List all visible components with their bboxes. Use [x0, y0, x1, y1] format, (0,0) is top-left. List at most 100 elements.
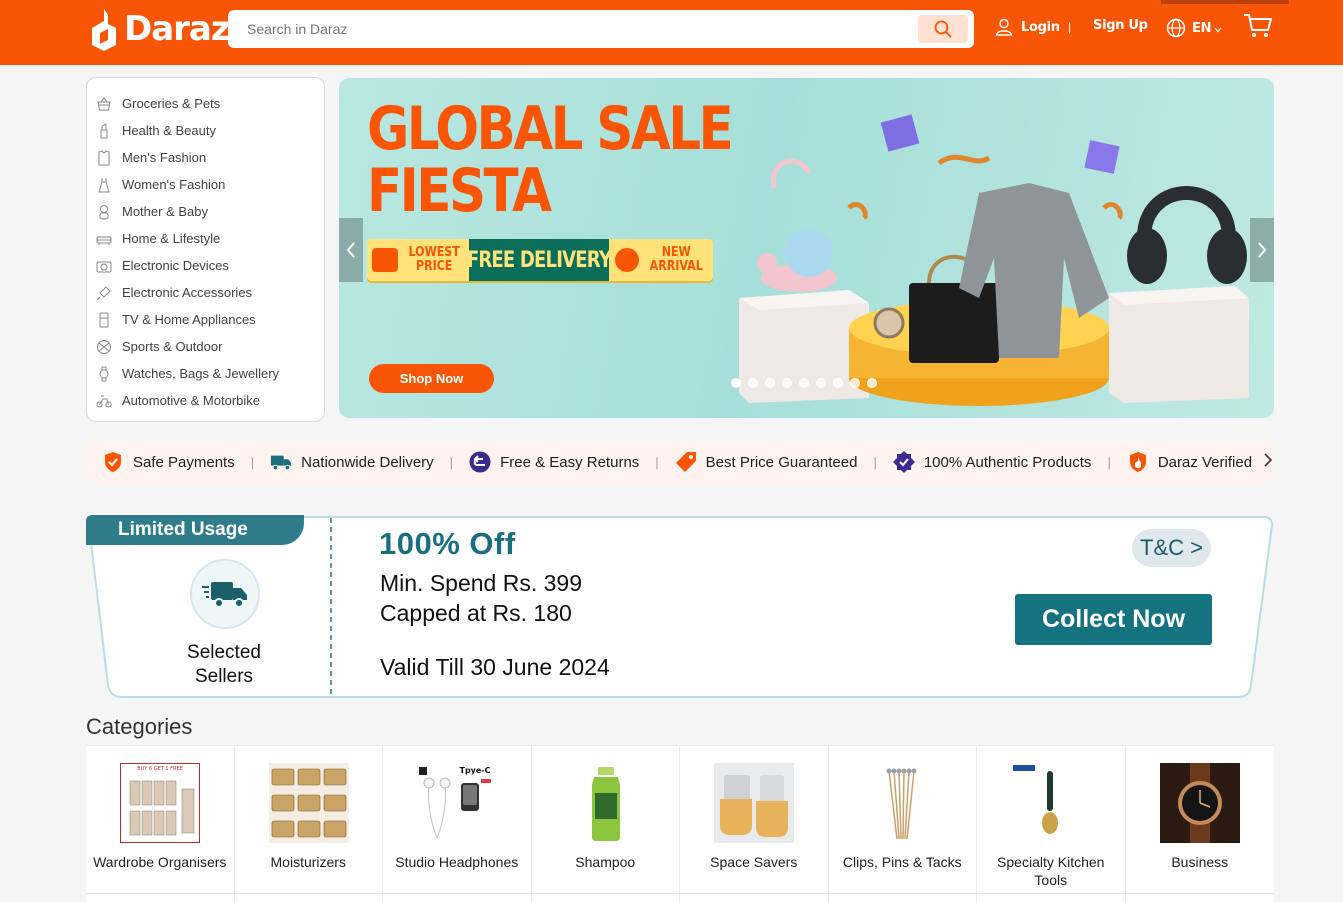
voucher-capped: Capped at Rs. 180: [380, 600, 572, 626]
value-prop-safe-payments[interactable]: Safe Payments: [102, 451, 235, 473]
category-card-wardrobe-organisers[interactable]: BUY 6 GET 1 FREE Wardrobe Organisers: [86, 746, 235, 902]
ribbon-right-line2: ARRIVAL: [649, 259, 703, 274]
sidebar-item-label: Electronic Devices: [122, 258, 229, 273]
sidebar-item-health-beauty[interactable]: Health & Beauty: [87, 117, 324, 144]
lowest-price-tag: LOWEST PRICE: [367, 239, 469, 281]
carousel-dot[interactable]: [867, 378, 877, 388]
voucher-card: Limited Usage Selected Sellers 100% Off …: [86, 515, 1274, 698]
carousel-dot[interactable]: [799, 378, 809, 388]
category-sidebar: Groceries & Pets Health & Beauty Men's F…: [86, 77, 325, 422]
camera-icon: [96, 258, 112, 274]
chevron-right-icon: [1264, 452, 1273, 467]
category-card-studio-headphones[interactable]: Tpye-C Studio Headphones: [383, 746, 532, 902]
delivery-truck-icon: [202, 582, 247, 608]
value-prop-label: Safe Payments: [133, 453, 235, 471]
language-selector[interactable]: EN: [1166, 18, 1222, 38]
login-label: Login: [1021, 19, 1060, 35]
ribbon-left-line1: LOWEST: [408, 245, 460, 260]
sidebar-item-label: TV & Home Appliances: [122, 312, 256, 327]
sidebar-item-tv-home-appliances[interactable]: TV & Home Appliances: [87, 306, 324, 333]
globe-icon: [1166, 18, 1186, 38]
sellers-line1: Selected: [187, 642, 261, 663]
carousel-dot[interactable]: [748, 378, 758, 388]
value-prop-authentic[interactable]: 100% Authentic Products: [892, 451, 1091, 473]
category-card-specialty-kitchen-tools[interactable]: Specialty Kitchen Tools: [977, 746, 1126, 902]
selected-sellers-label: Selected Sellers: [156, 641, 292, 689]
collect-now-button[interactable]: Collect Now: [1015, 594, 1212, 645]
buy-save-badge-icon: [614, 248, 639, 272]
signup-link[interactable]: Sign Up: [1093, 18, 1148, 33]
sidebar-item-mother-baby[interactable]: Mother & Baby: [87, 198, 324, 225]
category-card-shampoo[interactable]: Shampoo: [532, 746, 680, 902]
value-prop-free-returns[interactable]: Free & Easy Returns: [469, 451, 639, 473]
banner-title-line1: GLOBAL SALE: [367, 94, 734, 164]
value-props-next-button[interactable]: [1264, 452, 1273, 472]
svg-text:BUY 6 GET 1 FREE: BUY 6 GET 1 FREE: [137, 766, 183, 772]
sidebar-item-electronic-devices[interactable]: Electronic Devices: [87, 252, 324, 279]
signup-label: Sign Up: [1093, 18, 1148, 33]
category-card-space-savers[interactable]: Space Savers: [680, 746, 829, 902]
carousel-dot[interactable]: [782, 378, 792, 388]
user-icon: [995, 18, 1013, 36]
price-tag-icon: [675, 451, 697, 473]
wristwatch-image: [1159, 763, 1240, 843]
carousel-next-button[interactable]: [1250, 218, 1274, 282]
carousel-dots: [731, 378, 877, 388]
sidebar-item-groceries-pets[interactable]: Groceries & Pets: [87, 90, 324, 117]
headphones-image: Tpye-C: [417, 763, 497, 843]
value-prop-daraz-verified[interactable]: Daraz Verified: [1127, 451, 1252, 473]
shield-check-icon: [102, 451, 124, 473]
sidebar-item-electronic-accessories[interactable]: Electronic Accessories: [87, 279, 324, 306]
value-prop-label: Best Price Guaranteed: [705, 453, 858, 471]
banner-ribbon: LOWEST PRICE FREE DELIVERY NEW ARRIVAL: [367, 239, 713, 281]
category-card-moisturizers[interactable]: Moisturizers: [235, 746, 383, 902]
login-link[interactable]: Login: [995, 18, 1060, 36]
search-button[interactable]: [918, 15, 968, 43]
ball-icon: [96, 339, 112, 355]
chevron-down-icon: [1214, 27, 1222, 32]
svg-text:Tpye-C: Tpye-C: [459, 766, 490, 775]
search-input[interactable]: [228, 10, 908, 48]
sidebar-item-home-lifestyle[interactable]: Home & Lifestyle: [87, 225, 324, 252]
kitchen-tool-image: [1011, 763, 1091, 843]
cart-badge-icon: [371, 248, 398, 272]
sidebar-item-label: Watches, Bags & Jewellery: [122, 366, 280, 381]
category-label: Space Savers: [710, 854, 798, 870]
limited-usage-badge: Limited Usage: [86, 515, 304, 545]
verified-badge-icon: [892, 451, 915, 473]
value-prop-nationwide-delivery[interactable]: Nationwide Delivery: [270, 451, 434, 473]
carousel-dot[interactable]: [816, 378, 826, 388]
carousel-dot[interactable]: [731, 378, 741, 388]
terms-conditions-button[interactable]: T&C >: [1132, 529, 1211, 567]
sidebar-item-automotive-motorbike[interactable]: Automotive & Motorbike: [87, 387, 324, 414]
value-prop-label: Daraz Verified: [1157, 453, 1253, 471]
sidebar-item-label: Automotive & Motorbike: [122, 393, 261, 408]
logo-text: Daraz: [124, 9, 231, 49]
sidebar-item-mens-fashion[interactable]: Men's Fashion: [87, 144, 324, 171]
shampoo-image: [565, 763, 646, 843]
carousel-prev-button[interactable]: [339, 218, 363, 282]
new-arrival-tag: NEW ARRIVAL: [609, 239, 713, 281]
sidebar-item-sports-outdoor[interactable]: Sports & Outdoor: [87, 333, 324, 360]
ribbon-mid-label: FREE DELIVERY: [466, 247, 612, 273]
fridge-icon: [96, 312, 112, 328]
cart-button[interactable]: [1243, 13, 1273, 44]
daraz-logo[interactable]: Daraz: [90, 6, 231, 52]
space-saver-image: [714, 763, 794, 843]
carousel-dot[interactable]: [765, 378, 775, 388]
banner-products-illustration: [739, 114, 1249, 406]
carousel-dot[interactable]: [833, 378, 843, 388]
categories-grid: BUY 6 GET 1 FREE Wardrobe Organisers Moi…: [86, 745, 1274, 902]
watch-icon: [96, 366, 112, 382]
value-prop-best-price[interactable]: Best Price Guaranteed: [675, 451, 858, 473]
shop-now-button[interactable]: Shop Now: [369, 364, 494, 393]
voucher-offer: 100% Off: [379, 526, 516, 561]
category-card-business[interactable]: Business: [1126, 746, 1275, 902]
promo-banner-carousel[interactable]: GLOBAL SALE FIESTA LOWEST PRICE FREE DELI…: [339, 78, 1274, 418]
carousel-dot[interactable]: [850, 378, 860, 388]
language-label: EN: [1192, 20, 1212, 36]
sidebar-item-watches-bags-jewellery[interactable]: Watches, Bags & Jewellery: [87, 360, 324, 387]
sidebar-item-womens-fashion[interactable]: Women's Fashion: [87, 171, 324, 198]
ribbon-right-line1: NEW: [661, 245, 691, 260]
category-card-clips-pins-tacks[interactable]: Clips, Pins & Tacks: [829, 746, 977, 902]
